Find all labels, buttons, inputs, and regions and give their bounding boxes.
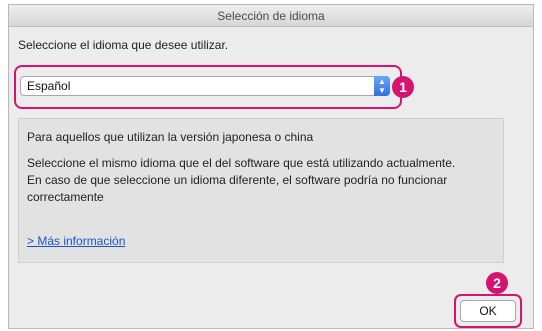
ok-button[interactable]: OK [460, 300, 516, 322]
info-panel: Para aquellos que utilizan la versión ja… [18, 118, 504, 263]
up-down-chevron-icon: ▲ ▼ [374, 76, 390, 96]
dialog-title: Selección de idioma [9, 5, 533, 27]
more-info-link[interactable]: > Más información [27, 234, 125, 248]
language-select[interactable]: Español ▲ ▼ [20, 76, 390, 96]
info-line-1: Seleccione el mismo idioma que el del so… [27, 156, 456, 170]
select-prompt: Seleccione el idioma que desee utilizar. [18, 38, 229, 52]
info-line-3: correctamente [27, 190, 104, 204]
info-heading: Para aquellos que utilizan la versión ja… [27, 130, 314, 144]
callout-badge-2: 2 [486, 272, 508, 294]
info-line-2: En caso de que seleccione un idioma dife… [27, 173, 448, 187]
language-select-value: Español [27, 79, 71, 93]
callout-badge-1: 1 [392, 76, 414, 98]
